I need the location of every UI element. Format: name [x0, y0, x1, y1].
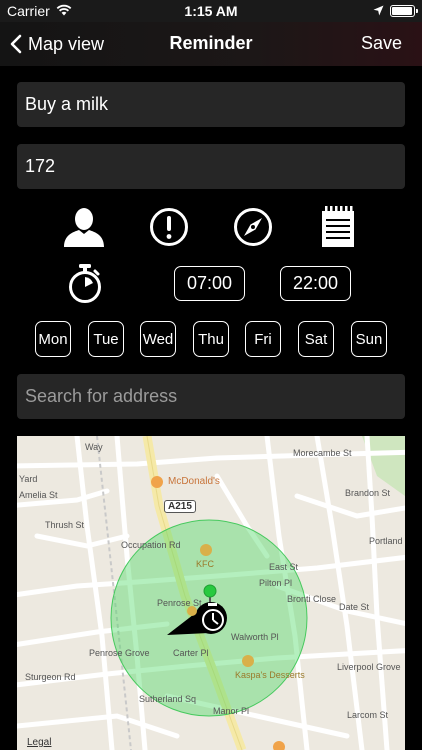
page-title: Reminder [169, 33, 253, 53]
street-label: Pilton Pl [259, 578, 293, 588]
street-label: Morecambe St [293, 448, 352, 458]
street-label: Liverpool Grove [337, 662, 401, 672]
exclamation-icon[interactable] [148, 206, 190, 248]
end-time-button[interactable]: 22:00 [280, 266, 351, 301]
street-label: Manor Pl [213, 706, 250, 716]
battery-icon [390, 5, 418, 17]
street-label: Portland St [369, 536, 405, 546]
status-time: 1:15 AM [184, 3, 238, 19]
poi-kfc: KFC [196, 559, 214, 569]
map-view[interactable]: McDonald's A215 KFC Kaspa's Desserts Thr… [17, 436, 405, 750]
street-label: Penrose Grove [89, 648, 150, 658]
street-label: Larcom St [347, 710, 389, 720]
street-label: Walworth Pl [231, 632, 279, 642]
street-label: Brandon St [345, 488, 391, 498]
poi-mcdonalds: McDonald's [168, 476, 220, 487]
street-label: Occupation Rd [121, 540, 181, 550]
day-button-tue[interactable]: Tue [88, 321, 124, 357]
road-badge: A215 [164, 500, 196, 513]
day-button-thu[interactable]: Thu [193, 321, 229, 357]
stopwatch-icon[interactable] [66, 264, 104, 304]
street-label: Sturgeon Rd [25, 672, 76, 682]
reminder-title-input[interactable] [17, 82, 405, 127]
status-bar: Carrier 1:15 AM [0, 0, 422, 22]
day-button-mon[interactable]: Mon [35, 321, 71, 357]
street-label: Bronti Close [287, 594, 337, 604]
radius-input[interactable] [17, 144, 405, 189]
save-button[interactable]: Save [361, 33, 402, 54]
notepad-icon[interactable] [319, 205, 357, 249]
compass-icon[interactable] [232, 206, 274, 248]
start-time-button[interactable]: 07:00 [174, 266, 245, 301]
address-search-input[interactable] [17, 374, 405, 419]
day-button-sat[interactable]: Sat [298, 321, 334, 357]
street-label: Date St [339, 602, 370, 612]
street-label: Thrush St [45, 520, 85, 530]
street-label: East St [269, 562, 299, 572]
street-label: Amelia St [19, 490, 58, 500]
street-label: Carter Pl [173, 648, 209, 658]
street-label: Penrose St [157, 598, 202, 608]
location-arrow-icon [373, 5, 384, 16]
person-icon[interactable] [62, 205, 106, 249]
navigation-bar: Map view Reminder Save [0, 22, 422, 66]
day-button-sun[interactable]: Sun [351, 321, 387, 357]
day-button-wed[interactable]: Wed [140, 321, 176, 357]
street-label: Yard [19, 474, 38, 484]
poi-kaspas-desserts: Kaspa's Desserts [235, 670, 305, 680]
street-label: Sutherland Sq [139, 694, 197, 704]
map-legal-link[interactable]: Legal [27, 737, 51, 748]
day-button-fri[interactable]: Fri [245, 321, 281, 357]
street-label: Way [85, 442, 103, 452]
